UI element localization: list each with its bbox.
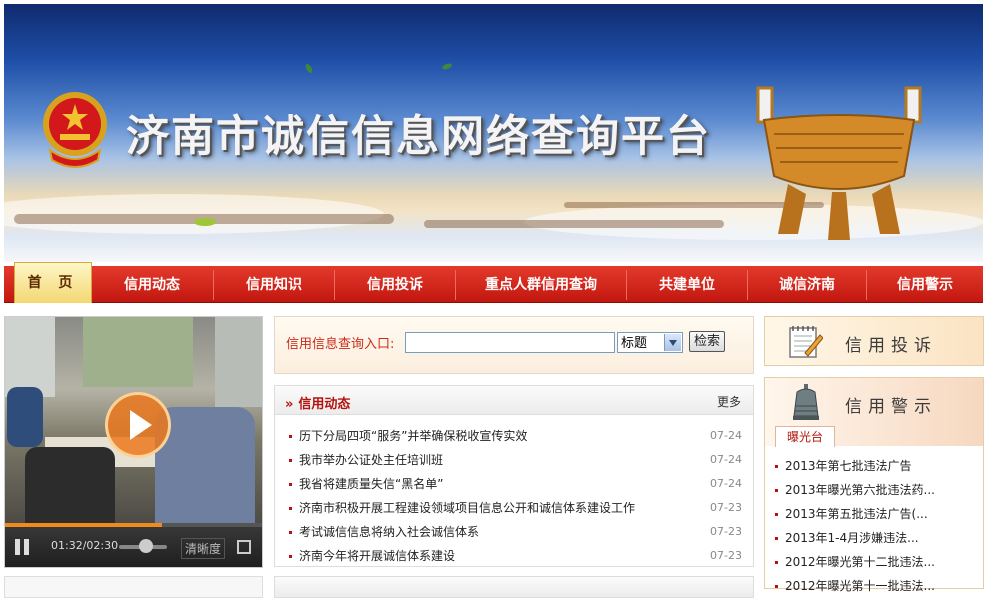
warning-header: 信用警示 曝光台 [765,378,983,447]
news-date: 07-23 [710,549,742,562]
volume-knob[interactable] [139,539,153,553]
list-item[interactable]: 历下分局四项“服务”并举确保税收宣传实效 07-24 [287,424,742,448]
video-progress-bar[interactable] [5,523,262,527]
national-emblem-icon [43,92,107,168]
list-item[interactable]: 2013年第七批违法广告 [773,454,979,478]
bell-icon [793,384,819,420]
play-icon[interactable] [105,392,171,458]
news-list: 历下分局四项“服务”并举确保税收宣传实效 07-24 我市举办公证处主任培训班 07… [287,424,742,568]
nav-item-credit-warning[interactable]: 信用警示 [867,266,983,302]
warning-title: 信用警示 [845,397,937,417]
credit-warning-panel: 信用警示 曝光台 2013年第七批违法广告 2013年曝光第六批违法药... 2… [764,377,984,593]
volume-slider[interactable] [119,539,167,553]
video-progress-fill [5,523,162,527]
video-player[interactable]: 01:32/02:30 清晰度 [4,316,263,568]
pause-icon[interactable] [15,539,29,555]
list-item[interactable]: 2013年1-4月涉嫌违法... [773,526,979,550]
list-item[interactable]: 2013年曝光第六批违法药... [773,478,979,502]
search-label: 信用信息查询入口: [286,337,395,352]
warning-list: 2013年第七批违法广告 2013年曝光第六批违法药... 2013年第五批违法… [773,454,979,598]
bronze-ding-icon [756,86,922,240]
search-panel: 信用信息查询入口: 标题 检索 [274,316,754,374]
news-link[interactable]: 济南市积极开展工程建设领域项目信息公开和诚信体系建设工作 [299,501,635,515]
nav-item-credit-complaint[interactable]: 信用投诉 [335,266,455,302]
search-field-select[interactable]: 标题 [617,332,683,353]
current-time: 01:32 [51,539,83,552]
news-date: 07-23 [710,525,742,538]
header-banner: 济南市诚信信息网络查询平台 [4,4,983,262]
search-select-value: 标题 [621,336,648,351]
list-item[interactable]: 我市举办公证处主任培训班 07-24 [287,448,742,472]
news-date: 07-24 [710,477,742,490]
main-nav: 首 页 信用动态 信用知识 信用投诉 重点人群信用查询 共建单位 诚信济南 信用… [4,262,983,303]
tab-exposure[interactable]: 曝光台 [775,426,835,447]
site-title: 济南市诚信信息网络查询平台 [126,112,711,162]
search-button[interactable]: 检索 [689,331,725,352]
list-item[interactable]: 2012年曝光第十一批违法... [773,574,979,598]
lower-panel-header [274,576,754,598]
nav-item-credit-knowledge[interactable]: 信用知识 [214,266,334,302]
panel-header: 信用动态 更多 [275,386,753,415]
news-link[interactable]: 历下分局四项“服务”并举确保税收宣传实效 [299,429,527,443]
nav-item-integrity-jinan[interactable]: 诚信济南 [748,266,866,302]
news-date: 07-24 [710,429,742,442]
nav-item-key-people-query[interactable]: 重点人群信用查询 [456,266,626,302]
video-controls: 01:32/02:30 清晰度 [5,523,262,567]
fullscreen-icon[interactable] [237,540,251,554]
more-link[interactable]: 更多 [717,393,741,410]
news-link[interactable]: 济南今年将开展诚信体系建设 [299,549,455,563]
panel-title: 信用动态 [285,393,350,412]
news-link[interactable]: 我省将建质量失信“黑名单” [299,477,443,491]
news-link[interactable]: 我市举办公证处主任培训班 [299,453,443,467]
nav-item-partner-units[interactable]: 共建单位 [627,266,747,302]
news-date: 07-24 [710,453,742,466]
news-link[interactable]: 考试诚信信息将纳入社会诚信体系 [299,525,479,539]
list-item[interactable]: 济南今年将开展诚信体系建设 07-23 [287,544,742,568]
list-item[interactable]: 济南市积极开展工程建设领域项目信息公开和诚信体系建设工作 07-23 [287,496,742,520]
chevron-down-icon[interactable] [664,334,681,351]
news-date: 07-23 [710,501,742,514]
complaint-title: 信用投诉 [845,336,937,356]
nav-home[interactable]: 首 页 [14,262,92,303]
list-item[interactable]: 考试诚信信息将纳入社会诚信体系 07-23 [287,520,742,544]
notepad-pencil-icon [789,326,823,358]
list-item[interactable]: 我省将建质量失信“黑名单” 07-24 [287,472,742,496]
left-lower-panel [4,576,263,598]
search-input[interactable] [405,332,615,353]
list-item[interactable]: 2013年第五批违法广告(... [773,502,979,526]
video-time: 01:32/02:30 [51,539,118,552]
total-time: 02:30 [86,539,119,552]
quality-button[interactable]: 清晰度 [181,538,226,559]
list-item[interactable]: 2012年曝光第十二批违法... [773,550,979,574]
credit-news-panel: 信用动态 更多 历下分局四项“服务”并举确保税收宣传实效 07-24 我市举办公证… [274,385,754,567]
nav-item-credit-news[interactable]: 信用动态 [92,266,212,302]
credit-complaint-card[interactable]: 信用投诉 [764,316,984,366]
